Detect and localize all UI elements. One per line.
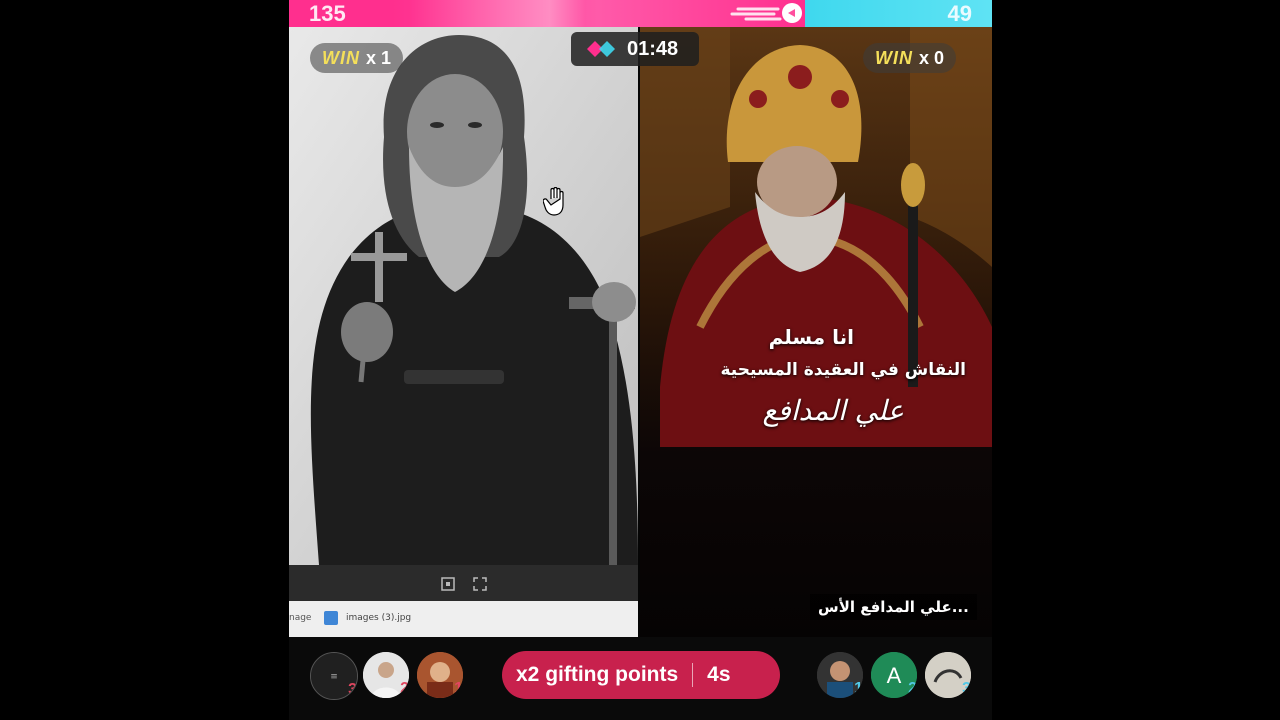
- fit-screen-icon[interactable]: [441, 577, 455, 591]
- supporter-rank: 2: [400, 680, 409, 697]
- overlay-line-3: علي المدافع: [762, 394, 904, 427]
- fullscreen-icon[interactable]: [473, 577, 487, 591]
- timer-text: 01:48: [627, 37, 679, 60]
- svg-text:A: A: [887, 663, 902, 688]
- supporter-rank: 2: [908, 680, 917, 697]
- gift-divider: [692, 663, 694, 687]
- supporter-rank: 3: [348, 681, 357, 698]
- right-win-count: x 0: [919, 47, 945, 68]
- supporter-rank: 1: [854, 680, 863, 697]
- gifting-label: x2 gifting points: [516, 663, 679, 686]
- svg-text:≡: ≡: [330, 672, 338, 682]
- right-win-label: WIN: [875, 47, 913, 68]
- battle-logo-icon: [587, 41, 615, 57]
- file-prefix-text: nage: [289, 613, 312, 623]
- battle-score-bar: 135 49: [289, 0, 992, 27]
- right-supporter-2-avatar[interactable]: A 2: [871, 652, 917, 698]
- gifting-points-pill[interactable]: x2 gifting points 4s: [502, 651, 780, 699]
- overlay-line-2: النقاش في العقيدة المسيحية: [720, 360, 967, 380]
- left-win-label: WIN: [322, 47, 360, 68]
- left-host-video[interactable]: nage images (3).jpg: [289, 27, 638, 637]
- caption-chip: علي المدافع الأس...: [810, 594, 977, 620]
- viewer-toolbar: [289, 565, 638, 601]
- left-score: 135: [309, 1, 346, 26]
- right-host-video[interactable]: انا مسلم النقاش في العقيدة المسيحية علي …: [640, 27, 992, 637]
- left-supporter-2-avatar[interactable]: 2: [363, 652, 409, 698]
- supporter-rank: 1: [454, 680, 463, 697]
- left-win-count: x 1: [366, 47, 392, 68]
- file-name[interactable]: images (3).jpg: [346, 613, 411, 623]
- left-win-badge: WIN x 1: [310, 43, 404, 73]
- right-win-badge: WIN x 0: [863, 43, 957, 73]
- gift-countdown: 4s: [707, 663, 731, 686]
- score-splitter-icon: [730, 3, 802, 23]
- hand-cursor-icon: [543, 187, 564, 216]
- left-supporter-3-avatar[interactable]: ≡ 3: [310, 652, 358, 700]
- file-taskbar: nage images (3).jpg: [289, 601, 638, 637]
- right-supporter-1-avatar[interactable]: 1: [817, 652, 863, 698]
- supporter-rank: 3: [962, 680, 971, 697]
- battle-timer: 01:48: [571, 32, 699, 66]
- left-supporter-1-avatar[interactable]: 1: [417, 652, 463, 698]
- right-supporter-3-avatar[interactable]: 3: [925, 652, 971, 698]
- image-file-icon: [324, 611, 338, 625]
- overlay-line-1: انا مسلم: [768, 325, 854, 349]
- live-battle-stage: 135 49 nage images (3).jpg انا مسلم النق…: [289, 0, 992, 720]
- left-photo: [289, 27, 638, 567]
- right-score: 49: [947, 1, 972, 26]
